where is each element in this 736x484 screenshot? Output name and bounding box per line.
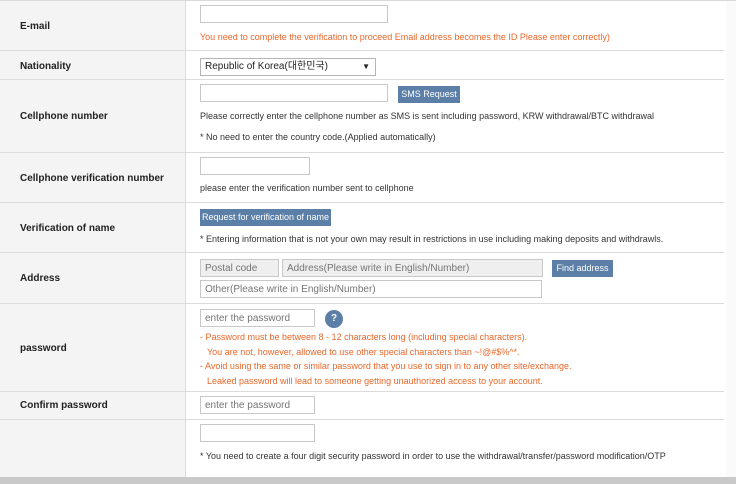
password-rule-3: - Avoid using the same or similar passwo… [200, 361, 572, 371]
row-divider [0, 391, 724, 392]
name-verification-hint: * Entering information that is not your … [200, 234, 664, 244]
name-verification-button[interactable]: Request for verification of name [200, 209, 331, 226]
confirm-password-label: Confirm password [20, 400, 108, 411]
verification-label: Cellphone verification number [20, 173, 164, 184]
security-password-hint: * You need to create a four digit securi… [200, 451, 666, 461]
nationality-selected-value: Republic of Korea(대한민국) [205, 61, 328, 72]
name-verification-label: Verification of name [20, 223, 116, 234]
registration-form: E-mail You need to complete the verifica… [0, 0, 736, 484]
password-rule-1: - Password must be between 8 - 12 charac… [200, 332, 528, 342]
email-hint: You need to complete the verification to… [200, 32, 610, 42]
sms-request-button[interactable]: SMS Request [398, 86, 460, 103]
row-divider [0, 419, 724, 420]
dropdown-arrow-icon: ▼ [362, 62, 370, 71]
cellphone-label: Cellphone number [20, 111, 108, 122]
other-address-input[interactable] [200, 280, 542, 298]
password-rule-4: Leaked password will lead to someone get… [207, 376, 543, 386]
verification-input[interactable] [200, 157, 310, 175]
row-divider [0, 50, 724, 51]
nationality-select[interactable]: Republic of Korea(대한민국) ▼ [200, 58, 376, 76]
confirm-password-input[interactable] [200, 396, 315, 414]
find-address-button[interactable]: Find address [552, 260, 613, 277]
email-label: E-mail [20, 21, 51, 32]
help-question-icon[interactable]: ? [325, 310, 343, 328]
country-code-note: * No need to enter the country code.(App… [200, 132, 436, 142]
address-input[interactable] [282, 259, 543, 277]
row-divider [0, 252, 724, 253]
row-divider [0, 79, 724, 80]
row-divider [0, 152, 724, 153]
password-rule-2: You are not, however, allowed to use oth… [207, 347, 520, 357]
verification-hint: please enter the verification number sen… [200, 183, 414, 193]
nationality-label: Nationality [20, 61, 72, 72]
password-input[interactable] [200, 309, 315, 327]
label-column [0, 1, 186, 484]
cellphone-hint: Please correctly enter the cellphone num… [200, 111, 655, 121]
cellphone-input[interactable] [200, 84, 388, 102]
address-label: Address [20, 273, 61, 284]
email-input[interactable] [200, 5, 388, 23]
password-label: password [20, 343, 67, 354]
row-divider [0, 303, 724, 304]
security-password-input[interactable] [200, 424, 315, 442]
postal-code-input[interactable] [200, 259, 279, 277]
scrollbar-track[interactable] [726, 1, 736, 484]
row-divider [0, 202, 724, 203]
